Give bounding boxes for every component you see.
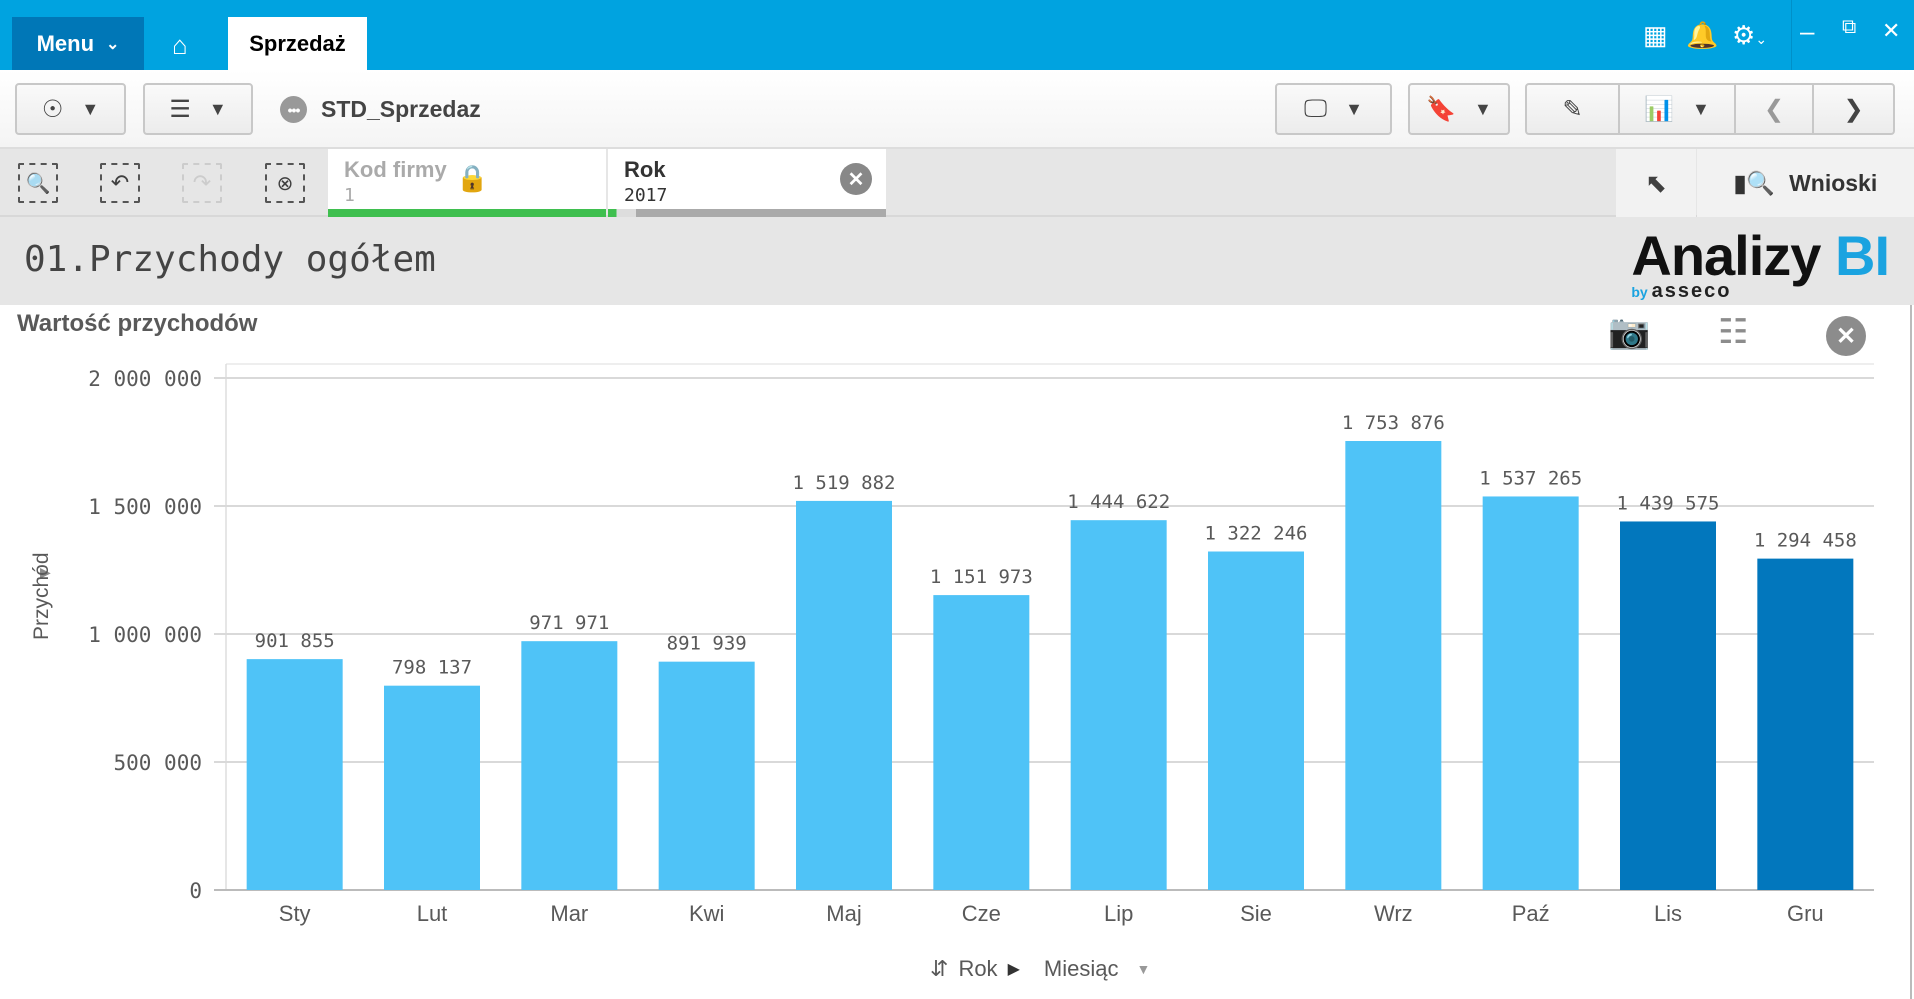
x-tick-label: Cze [962,901,1001,926]
bar-wrz[interactable] [1345,441,1442,890]
bar-kwi[interactable] [658,661,755,890]
bar-mar[interactable] [521,641,618,890]
data-label: 1 322 246 [1205,523,1308,545]
bar-cze[interactable] [933,595,1030,890]
bar-chart: 0 500 000 1 000 000 1 500 000 2 000 000 901 8… [88,363,1874,926]
caret-right-icon: ▶ [1007,961,1020,978]
y-tick-label: 1 000 000 [88,623,202,647]
data-label: 1 439 575 [1617,492,1720,514]
bar-sie[interactable] [1208,551,1304,890]
y-axis-label[interactable]: Przychód [30,552,54,640]
x-tick-label: Maj [826,901,861,926]
drill-level-rok[interactable]: Rok [958,956,997,982]
x-tick-label: Lut [417,901,448,926]
y-tick-label: 500 000 [113,751,202,775]
y-tick-label: 0 [189,879,202,903]
x-tick-label: Lis [1654,901,1682,926]
x-tick-label: Kwi [689,901,724,926]
y-tick-label: 1 500 000 [88,495,202,519]
data-label: 1 444 622 [1067,491,1170,513]
x-tick-label: Gru [1787,901,1824,926]
bar-lis[interactable] [1620,521,1716,890]
x-tick-label: Sty [279,901,311,926]
x-tick-label: Lip [1104,901,1133,926]
x-tick-label: Paź [1512,901,1550,926]
x-tick-label: Sie [1240,901,1272,926]
drill-level-miesiac[interactable]: Miesiąc [1044,956,1119,982]
bar-gru[interactable] [1757,558,1854,890]
data-label: 971 971 [529,612,609,634]
bar-lut[interactable] [384,685,480,890]
data-label: 1 537 265 [1479,467,1582,489]
bar-maj[interactable] [796,500,892,890]
data-label: 798 137 [392,657,472,679]
data-label: 1 151 973 [930,566,1033,588]
data-label: 891 939 [667,633,747,655]
y-tick-label: 2 000 000 [88,367,202,391]
data-label: 1 294 458 [1754,530,1857,552]
caret-down-icon[interactable]: ▼ [1136,961,1150,977]
bar-lip[interactable] [1070,520,1167,890]
bar-paź[interactable] [1482,496,1579,890]
bar-sty[interactable] [246,659,343,890]
data-label: 901 855 [255,630,335,652]
data-label: 1 753 876 [1342,412,1445,434]
data-label: 1 519 882 [793,472,896,494]
x-tick-label: Mar [550,901,588,926]
drill-path: ⇵ Rok ▶ Miesiąc ▼ [930,956,1150,982]
x-tick-label: Wrz [1374,901,1413,926]
scrollbar-edge [1910,305,1912,999]
drilldown-icon: ⇵ [930,956,949,981]
